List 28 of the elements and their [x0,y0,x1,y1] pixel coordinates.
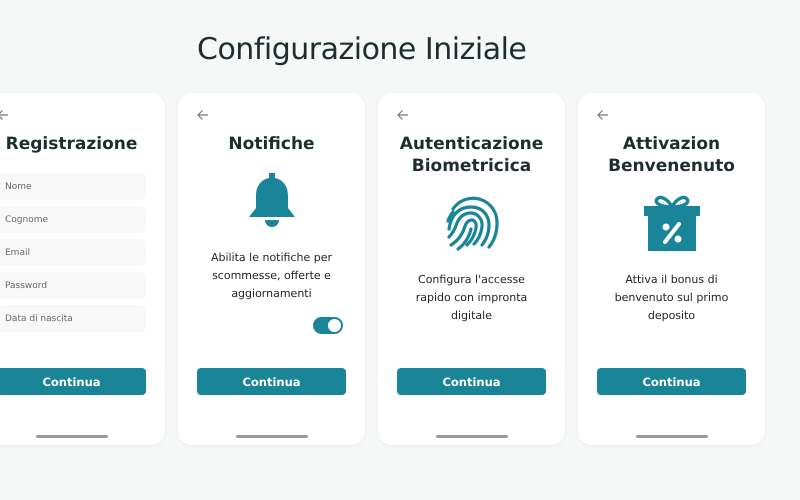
home-indicator [436,435,508,438]
home-indicator [236,435,308,438]
screen-description: Configura l'accesse rapido con impronta digitale [414,272,528,324]
page-title: Configurazione Iniziale [197,31,526,69]
continue-button[interactable]: Continua [0,368,146,395]
bell-icon [246,171,296,229]
screen-title: Attivazion Benvenenuto [607,133,736,177]
screen-description: Abilita le notifiche per scommesse, offerte e aggiornamenti [210,250,334,302]
back-arrow-icon[interactable] [197,109,209,121]
input-field[interactable]: Password [0,272,146,299]
gift-icon [642,193,700,251]
home-indicator [36,435,108,438]
input-field[interactable]: Nome [0,173,146,200]
screen-description: Attiva il bonus di benvenuto sul primo deposito [614,272,730,324]
input-field[interactable]: Data di nascita [0,305,146,332]
input-field[interactable]: Cognome [0,206,146,233]
continue-button[interactable]: Continua [197,368,346,395]
toggle-switch[interactable] [313,317,343,334]
back-arrow-icon[interactable] [597,109,609,121]
back-arrow-icon[interactable] [0,109,9,121]
screen-title: Autenticazione Biometricica [398,133,544,177]
input-field[interactable]: Email [0,239,146,266]
continue-button[interactable]: Continua [397,368,546,395]
continue-button[interactable]: Continua [597,368,746,395]
screen-title: Notifiche [228,133,315,155]
screen-title: Registrazione [6,133,138,155]
home-indicator [636,435,708,438]
back-arrow-icon[interactable] [397,109,409,121]
